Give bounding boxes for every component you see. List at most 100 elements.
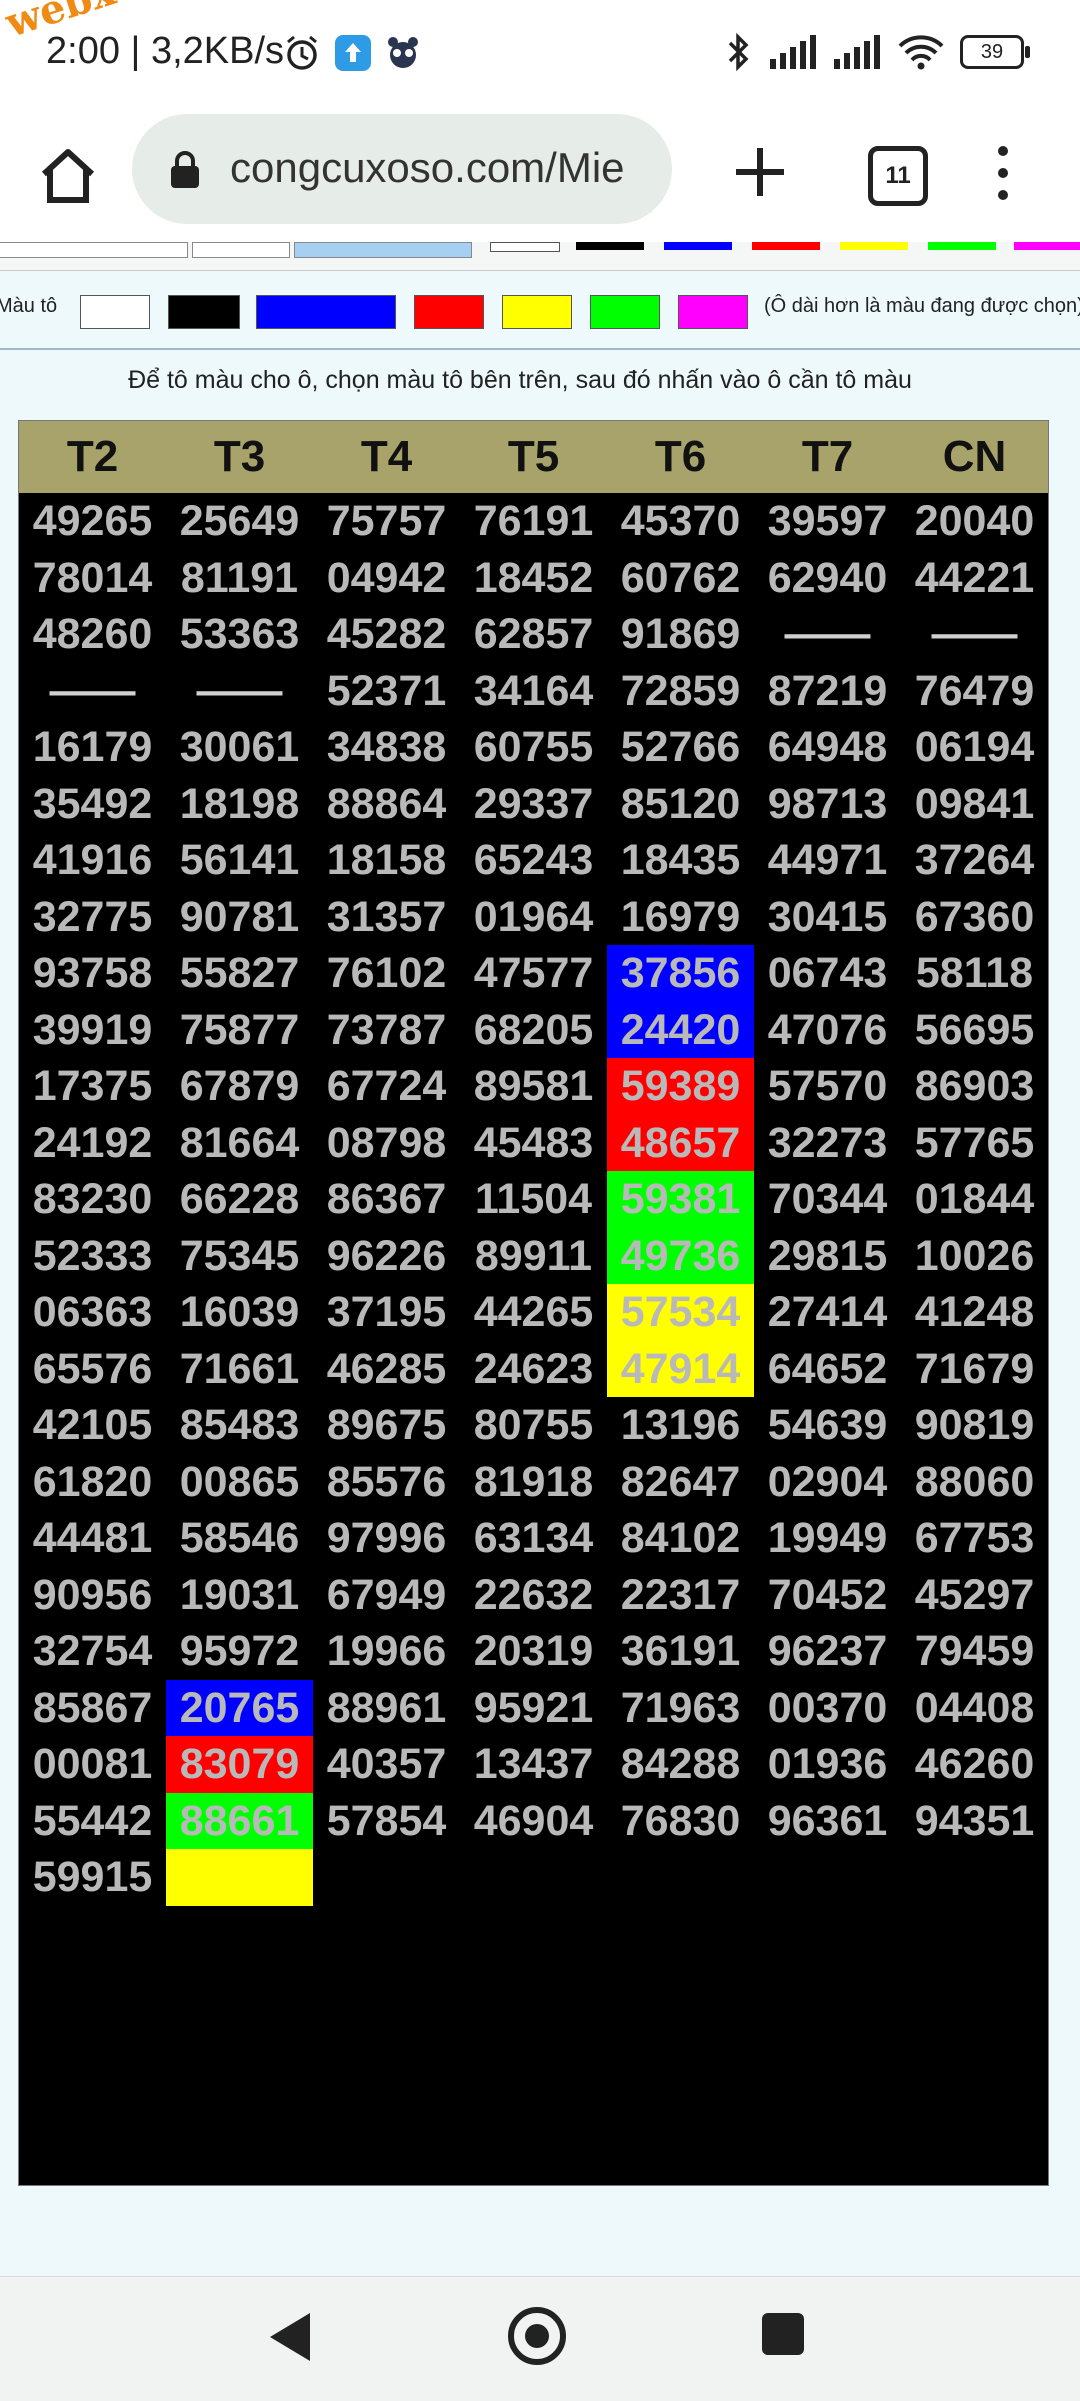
- grid-cell[interactable]: 86903: [901, 1058, 1048, 1115]
- swatch-red[interactable]: [414, 295, 484, 329]
- grid-cell[interactable]: 36191: [607, 1623, 754, 1680]
- grid-cell[interactable]: 60762: [607, 550, 754, 607]
- grid-cell[interactable]: 88864: [313, 776, 460, 833]
- grid-cell[interactable]: [607, 1849, 754, 1906]
- grid-cell[interactable]: 10026: [901, 1228, 1048, 1285]
- grid-cell[interactable]: ——: [19, 663, 166, 720]
- grid-cell[interactable]: 37856: [607, 945, 754, 1002]
- grid-cell[interactable]: 47914: [607, 1340, 754, 1397]
- grid-cell[interactable]: 59381: [607, 1171, 754, 1228]
- grid-cell[interactable]: 40357: [313, 1736, 460, 1793]
- grid-cell[interactable]: 06194: [901, 719, 1048, 776]
- grid-cell[interactable]: ——: [166, 663, 313, 720]
- grid-cell[interactable]: 76102: [313, 945, 460, 1002]
- grid-cell[interactable]: 29815: [754, 1228, 901, 1285]
- grid-cell[interactable]: 81191: [166, 550, 313, 607]
- swatch-blue-selected[interactable]: [256, 295, 396, 329]
- grid-cell[interactable]: 46260: [901, 1736, 1048, 1793]
- grid-cell[interactable]: 31357: [313, 889, 460, 946]
- grid-cell[interactable]: 96237: [754, 1623, 901, 1680]
- grid-cell[interactable]: 89911: [460, 1228, 607, 1285]
- grid-cell[interactable]: 32273: [754, 1115, 901, 1172]
- grid-cell[interactable]: 06743: [754, 945, 901, 1002]
- back-icon[interactable]: [270, 2313, 310, 2361]
- grid-cell[interactable]: 34164: [460, 663, 607, 720]
- grid-cell[interactable]: 66228: [166, 1171, 313, 1228]
- grid-cell[interactable]: 67724: [313, 1058, 460, 1115]
- grid-cell[interactable]: 65243: [460, 832, 607, 889]
- grid-cell[interactable]: 67360: [901, 889, 1048, 946]
- grid-cell[interactable]: 37264: [901, 832, 1048, 889]
- swatch-magenta[interactable]: [678, 295, 748, 329]
- grid-cell[interactable]: 46285: [313, 1341, 460, 1398]
- grid-cell[interactable]: 39919: [19, 1002, 166, 1059]
- grid-cell[interactable]: 30415: [754, 889, 901, 946]
- grid-cell[interactable]: 86367: [313, 1171, 460, 1228]
- grid-cell[interactable]: 55442: [19, 1793, 166, 1850]
- grid-cell[interactable]: 96361: [754, 1793, 901, 1850]
- grid-cell[interactable]: 58118: [901, 945, 1048, 1002]
- grid-cell[interactable]: 59389: [607, 1058, 754, 1115]
- grid-cell[interactable]: 08798: [313, 1115, 460, 1172]
- home-icon[interactable]: [36, 144, 100, 208]
- grid-cell[interactable]: 55827: [166, 945, 313, 1002]
- url-text[interactable]: congcuxoso.com/Mie: [230, 144, 660, 192]
- grid-cell[interactable]: 71661: [166, 1341, 313, 1398]
- grid-cell[interactable]: 32775: [19, 889, 166, 946]
- grid-cell[interactable]: 70344: [754, 1171, 901, 1228]
- grid-cell[interactable]: 52766: [607, 719, 754, 776]
- grid-cell[interactable]: 72859: [607, 663, 754, 720]
- grid-cell[interactable]: 24192: [19, 1115, 166, 1172]
- grid-cell[interactable]: 44221: [901, 550, 1048, 607]
- grid-cell[interactable]: [901, 1849, 1048, 1906]
- grid-cell[interactable]: 44971: [754, 832, 901, 889]
- tab-switcher-button[interactable]: 11: [868, 146, 928, 206]
- swatch-yellow[interactable]: [502, 295, 572, 329]
- grid-cell[interactable]: 16979: [607, 889, 754, 946]
- grid-cell[interactable]: 62857: [460, 606, 607, 663]
- grid-cell[interactable]: 30061: [166, 719, 313, 776]
- grid-cell[interactable]: 80755: [460, 1397, 607, 1454]
- grid-cell[interactable]: 04408: [901, 1680, 1048, 1737]
- grid-cell[interactable]: 52333: [19, 1228, 166, 1285]
- grid-cell[interactable]: 18158: [313, 832, 460, 889]
- grid-cell[interactable]: 56695: [901, 1002, 1048, 1059]
- grid-cell[interactable]: 35492: [19, 776, 166, 833]
- grid-cell[interactable]: 56141: [166, 832, 313, 889]
- grid-cell[interactable]: 89675: [313, 1397, 460, 1454]
- grid-cell[interactable]: 54639: [754, 1397, 901, 1454]
- swatch-black[interactable]: [168, 295, 240, 329]
- grid-cell[interactable]: 60755: [460, 719, 607, 776]
- grid-cell[interactable]: 88961: [313, 1680, 460, 1737]
- grid-cell[interactable]: 18452: [460, 550, 607, 607]
- grid-cell[interactable]: 46904: [460, 1793, 607, 1850]
- grid-cell[interactable]: 68205: [460, 1002, 607, 1059]
- grid-cell[interactable]: 49736: [607, 1227, 754, 1284]
- grid-cell[interactable]: 96226: [313, 1228, 460, 1285]
- grid-cell[interactable]: 75345: [166, 1228, 313, 1285]
- grid-cell[interactable]: 01964: [460, 889, 607, 946]
- grid-cell[interactable]: 61820: [19, 1454, 166, 1511]
- grid-cell[interactable]: 19031: [166, 1567, 313, 1624]
- grid-cell[interactable]: 22317: [607, 1567, 754, 1624]
- grid-cell[interactable]: 90781: [166, 889, 313, 946]
- grid-cell[interactable]: 57854: [313, 1793, 460, 1850]
- grid-cell[interactable]: 78014: [19, 550, 166, 607]
- grid-cell[interactable]: 52371: [313, 663, 460, 720]
- grid-cell[interactable]: 67753: [901, 1510, 1048, 1567]
- grid-cell[interactable]: 71963: [607, 1680, 754, 1737]
- grid-cell[interactable]: 62940: [754, 550, 901, 607]
- grid-cell[interactable]: 13196: [607, 1397, 754, 1454]
- grid-cell[interactable]: 24623: [460, 1341, 607, 1398]
- grid-cell[interactable]: 98713: [754, 776, 901, 833]
- grid-cell[interactable]: 85576: [313, 1454, 460, 1511]
- grid-cell[interactable]: 27414: [754, 1284, 901, 1341]
- address-bar[interactable]: congcuxoso.com/Mie: [132, 114, 672, 224]
- grid-cell[interactable]: 00370: [754, 1680, 901, 1737]
- grid-cell[interactable]: 91869: [607, 606, 754, 663]
- grid-cell[interactable]: 53363: [166, 606, 313, 663]
- grid-cell[interactable]: 45483: [460, 1115, 607, 1172]
- grid-cell[interactable]: 47577: [460, 945, 607, 1002]
- grid-cell[interactable]: 85867: [19, 1680, 166, 1737]
- grid-cell[interactable]: 49265: [19, 493, 166, 550]
